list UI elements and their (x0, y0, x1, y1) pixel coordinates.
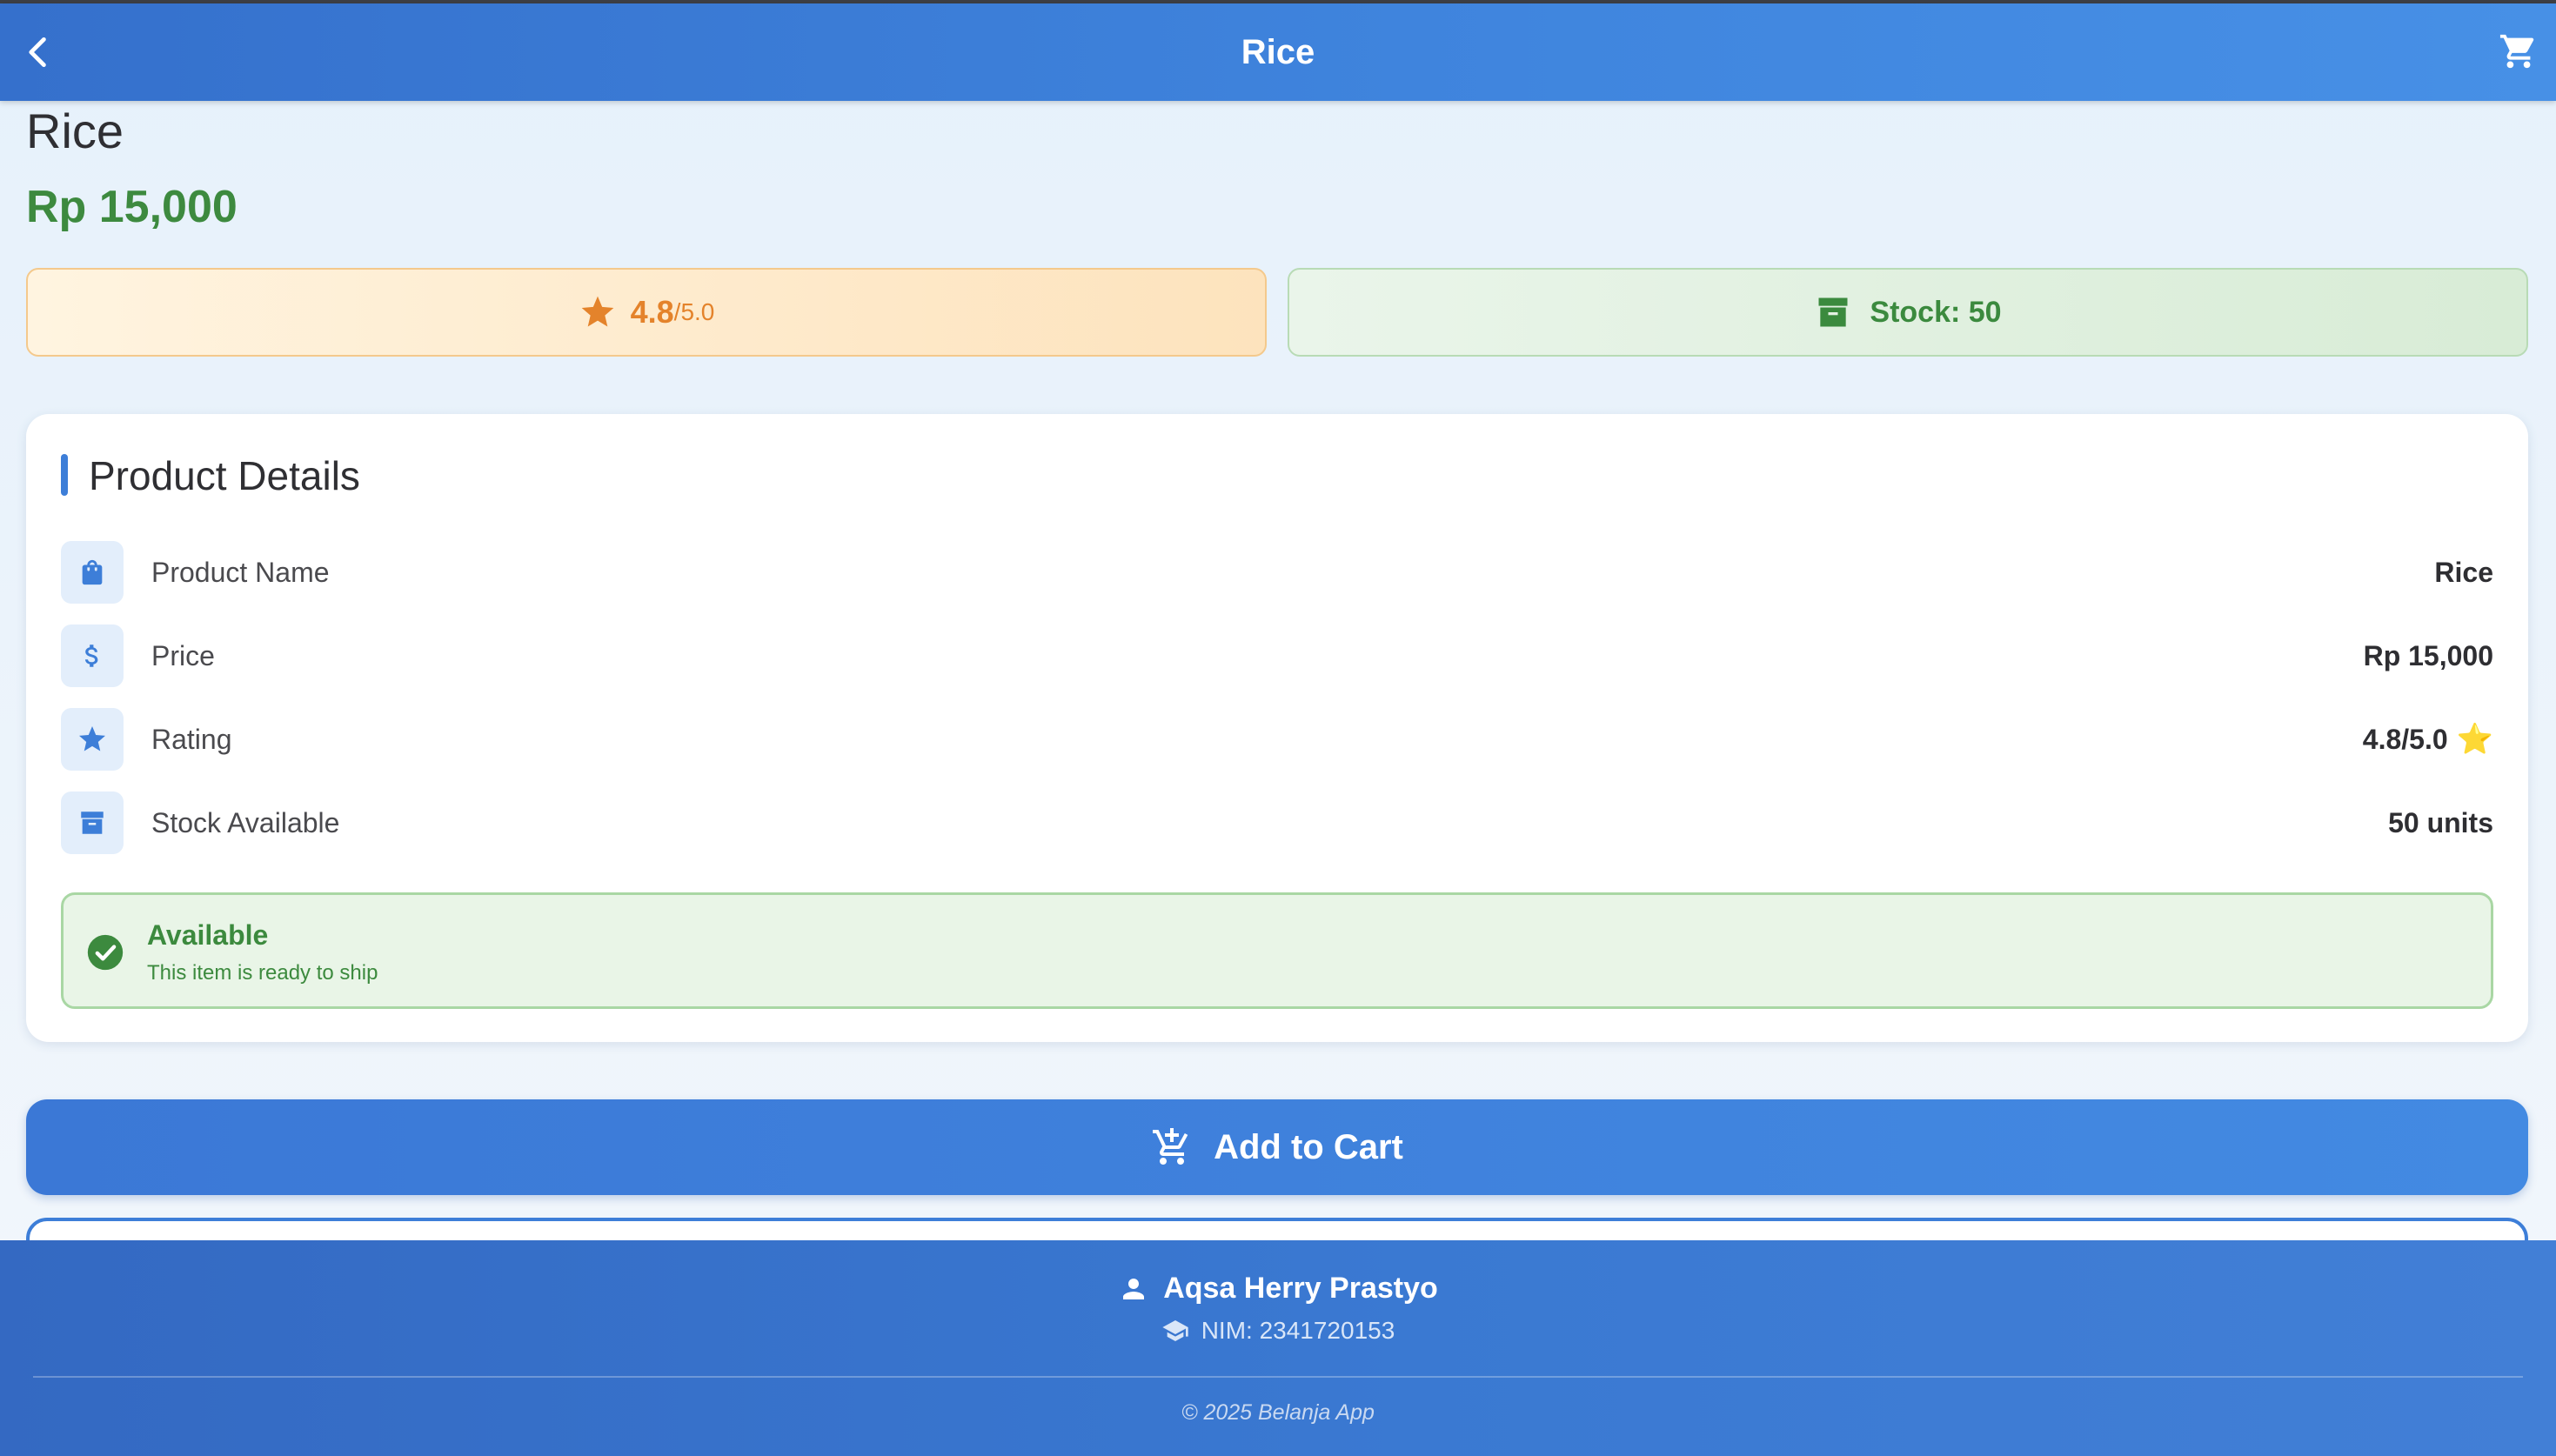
app-bar-title: Rice (1241, 33, 1315, 71)
section-title: Product Details (89, 453, 360, 498)
footer-name-row: Aqsa Herry Prastyo (0, 1272, 2556, 1306)
detail-value-text: 4.8/5.0 (2362, 724, 2448, 755)
footer-copyright: © 2025 Belanja App (1181, 1400, 1375, 1425)
check-circle-icon (87, 934, 124, 971)
detail-label: Price (151, 640, 215, 671)
detail-row-rating: Rating 4.8/5.0 ⭐ (61, 708, 2493, 772)
add-shopping-cart-icon (1153, 1128, 1188, 1165)
stock-pill: Stock: 50 (1288, 268, 2528, 357)
star-icon (61, 708, 124, 771)
availability-banner: Available This item is ready to ship (61, 892, 2493, 1009)
product-details-card: Product Details Product Name Rice Price … (26, 414, 2528, 1042)
footer-author-name: Aqsa Herry Prastyo (1163, 1272, 1438, 1305)
footer-divider (33, 1376, 2523, 1378)
footer: Aqsa Herry Prastyo NIM: 2341720153 © 202… (0, 1240, 2556, 1456)
detail-row-price: Price Rp 15,000 (61, 624, 2493, 689)
add-to-cart-label: Add to Cart (1214, 1127, 1403, 1166)
detail-row-product-name: Product Name Rice (61, 541, 2493, 605)
rating-pill: 4.8 /5.0 (26, 268, 1267, 357)
detail-value-text: Rice (2434, 557, 2493, 588)
rating-value: 4.8 (630, 294, 674, 330)
availability-title: Available (147, 919, 269, 951)
detail-label: Stock Available (151, 807, 340, 838)
detail-label: Product Name (151, 557, 330, 588)
dollar-icon (61, 624, 124, 687)
product-title: Rice (26, 104, 124, 158)
detail-value: 4.8/5.0 ⭐ (2363, 708, 2493, 771)
detail-value-text: Rp 15,000 (2363, 640, 2493, 671)
star-icon (581, 296, 613, 327)
archive-box-icon (1818, 297, 1848, 327)
detail-value-text: 50 units (2388, 807, 2493, 838)
stock-text: Stock: 50 (1870, 295, 2002, 329)
footer-nim-row: NIM: 2341720153 (0, 1317, 2556, 1345)
detail-label: Rating (151, 724, 232, 755)
detail-row-stock: Stock Available 50 units (61, 791, 2493, 856)
person-icon (1123, 1278, 1145, 1299)
detail-value: 50 units (2388, 791, 2493, 854)
product-price: Rp 15,000 (26, 182, 238, 232)
star-emoji-icon: ⭐ (2456, 723, 2493, 756)
section-accent-bar (61, 454, 68, 496)
shopping-bag-icon (61, 541, 124, 604)
shopping-cart-icon[interactable] (2499, 31, 2539, 71)
detail-value: Rp 15,000 (2364, 624, 2493, 687)
footer-nim: NIM: 2341720153 (1201, 1317, 1395, 1344)
rating-max: /5.0 (673, 298, 715, 325)
detail-value: Rice (2434, 541, 2493, 604)
app-bar: Rice (0, 3, 2556, 101)
add-to-cart-button[interactable]: Add to Cart (26, 1099, 2528, 1195)
availability-subtitle: This item is ready to ship (147, 961, 378, 985)
archive-box-icon (61, 791, 124, 854)
graduation-cap-icon (1162, 1320, 1188, 1341)
